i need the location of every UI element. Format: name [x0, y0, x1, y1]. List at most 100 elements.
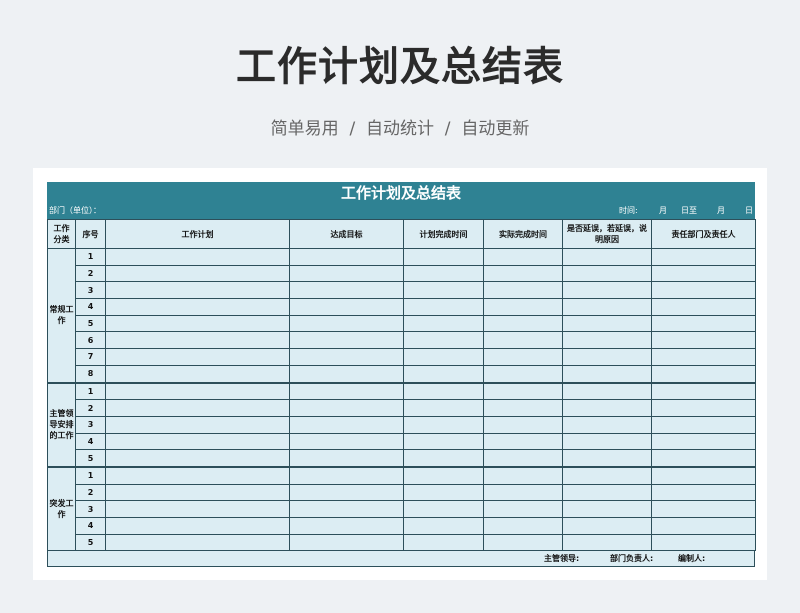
empty-cell[interactable]: [289, 449, 404, 468]
empty-cell[interactable]: [289, 314, 404, 333]
empty-cell[interactable]: [651, 248, 756, 266]
empty-cell[interactable]: [403, 264, 484, 283]
empty-cell[interactable]: [562, 381, 652, 401]
empty-cell[interactable]: [651, 281, 756, 300]
empty-cell[interactable]: [562, 331, 652, 350]
empty-cell[interactable]: [289, 500, 404, 518]
empty-cell[interactable]: [651, 449, 756, 468]
empty-cell[interactable]: [289, 364, 404, 384]
empty-cell[interactable]: [403, 314, 484, 333]
empty-cell[interactable]: [562, 432, 652, 451]
empty-cell[interactable]: [651, 517, 756, 535]
empty-cell[interactable]: [562, 415, 652, 434]
empty-cell[interactable]: [483, 533, 563, 552]
empty-cell[interactable]: [105, 281, 290, 300]
empty-cell[interactable]: [403, 348, 484, 366]
empty-cell[interactable]: [562, 281, 652, 300]
empty-cell[interactable]: [562, 533, 652, 552]
empty-cell[interactable]: [651, 465, 756, 485]
empty-cell[interactable]: [483, 381, 563, 401]
empty-cell[interactable]: [562, 465, 652, 485]
empty-cell[interactable]: [651, 331, 756, 350]
empty-cell[interactable]: [651, 500, 756, 518]
empty-cell[interactable]: [562, 399, 652, 417]
empty-cell[interactable]: [483, 432, 563, 451]
empty-cell[interactable]: [651, 432, 756, 451]
empty-cell[interactable]: [651, 314, 756, 333]
empty-cell[interactable]: [403, 248, 484, 266]
empty-cell[interactable]: [289, 533, 404, 552]
empty-cell[interactable]: [562, 264, 652, 283]
empty-cell[interactable]: [483, 415, 563, 434]
empty-cell[interactable]: [651, 264, 756, 283]
empty-cell[interactable]: [483, 465, 563, 485]
empty-cell[interactable]: [483, 264, 563, 283]
empty-cell[interactable]: [403, 533, 484, 552]
empty-cell[interactable]: [562, 517, 652, 535]
empty-cell[interactable]: [105, 500, 290, 518]
empty-cell[interactable]: [403, 331, 484, 350]
empty-cell[interactable]: [289, 483, 404, 502]
empty-cell[interactable]: [105, 399, 290, 417]
empty-cell[interactable]: [562, 483, 652, 502]
empty-cell[interactable]: [651, 483, 756, 502]
empty-cell[interactable]: [289, 517, 404, 535]
empty-cell[interactable]: [562, 364, 652, 384]
empty-cell[interactable]: [105, 348, 290, 366]
empty-cell[interactable]: [403, 432, 484, 451]
empty-cell[interactable]: [562, 500, 652, 518]
empty-cell[interactable]: [562, 298, 652, 316]
empty-cell[interactable]: [483, 331, 563, 350]
empty-cell[interactable]: [403, 500, 484, 518]
empty-cell[interactable]: [403, 399, 484, 417]
empty-cell[interactable]: [651, 381, 756, 401]
empty-cell[interactable]: [105, 415, 290, 434]
empty-cell[interactable]: [289, 264, 404, 283]
empty-cell[interactable]: [403, 364, 484, 384]
empty-cell[interactable]: [105, 432, 290, 451]
empty-cell[interactable]: [289, 298, 404, 316]
empty-cell[interactable]: [403, 281, 484, 300]
empty-cell[interactable]: [105, 248, 290, 266]
empty-cell[interactable]: [483, 314, 563, 333]
empty-cell[interactable]: [483, 248, 563, 266]
empty-cell[interactable]: [483, 348, 563, 366]
empty-cell[interactable]: [403, 415, 484, 434]
empty-cell[interactable]: [651, 364, 756, 384]
empty-cell[interactable]: [403, 381, 484, 401]
empty-cell[interactable]: [483, 449, 563, 468]
empty-cell[interactable]: [483, 399, 563, 417]
empty-cell[interactable]: [483, 281, 563, 300]
empty-cell[interactable]: [289, 399, 404, 417]
empty-cell[interactable]: [403, 465, 484, 485]
empty-cell[interactable]: [105, 465, 290, 485]
empty-cell[interactable]: [403, 298, 484, 316]
empty-cell[interactable]: [562, 449, 652, 468]
empty-cell[interactable]: [289, 248, 404, 266]
empty-cell[interactable]: [105, 517, 290, 535]
empty-cell[interactable]: [483, 298, 563, 316]
empty-cell[interactable]: [105, 483, 290, 502]
empty-cell[interactable]: [289, 331, 404, 350]
empty-cell[interactable]: [651, 415, 756, 434]
empty-cell[interactable]: [483, 364, 563, 384]
empty-cell[interactable]: [289, 281, 404, 300]
empty-cell[interactable]: [105, 298, 290, 316]
empty-cell[interactable]: [289, 348, 404, 366]
empty-cell[interactable]: [562, 314, 652, 333]
empty-cell[interactable]: [403, 483, 484, 502]
empty-cell[interactable]: [403, 449, 484, 468]
empty-cell[interactable]: [651, 298, 756, 316]
empty-cell[interactable]: [483, 517, 563, 535]
empty-cell[interactable]: [289, 415, 404, 434]
empty-cell[interactable]: [105, 314, 290, 333]
empty-cell[interactable]: [651, 348, 756, 366]
empty-cell[interactable]: [105, 364, 290, 384]
empty-cell[interactable]: [105, 449, 290, 468]
empty-cell[interactable]: [289, 432, 404, 451]
empty-cell[interactable]: [651, 533, 756, 552]
empty-cell[interactable]: [403, 517, 484, 535]
empty-cell[interactable]: [562, 348, 652, 366]
empty-cell[interactable]: [289, 381, 404, 401]
empty-cell[interactable]: [483, 483, 563, 502]
